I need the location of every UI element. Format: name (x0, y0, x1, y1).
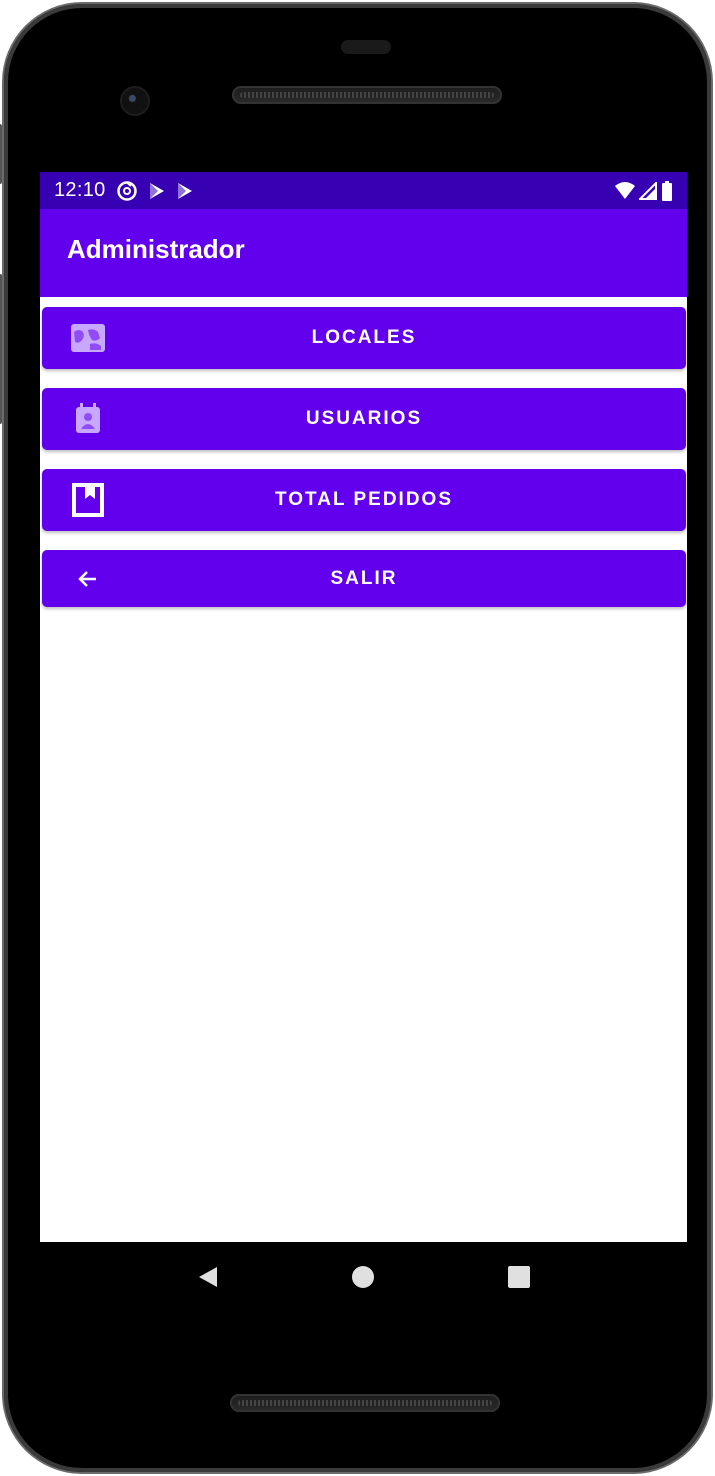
usuarios-button-label: USUARIOS (305, 408, 423, 429)
play-store-icon (149, 182, 164, 199)
total-pedidos-button-label: TOTAL PEDIDOS (274, 489, 454, 510)
navigation-bar (40, 1242, 687, 1312)
calendar-person-icon (68, 399, 108, 439)
locales-button-label: LOCALES (311, 327, 417, 348)
battery-icon (662, 180, 672, 201)
home-circle-icon[interactable] (343, 1257, 383, 1297)
status-time: 12:10 (54, 179, 106, 201)
salir-button-label: SALIR (330, 567, 398, 589)
map-icon (68, 318, 108, 358)
recents-square-icon[interactable] (499, 1257, 539, 1297)
back-triangle-icon[interactable] (188, 1257, 228, 1297)
play-store-icon (177, 182, 192, 199)
volume-rocker (0, 274, 2, 424)
system-icons (615, 180, 673, 201)
device-page: 12:10 Administrador LOCALES USUARIOS TOT… (0, 0, 715, 1476)
status-bar: 12:10 (40, 172, 687, 209)
sync-icon (116, 180, 137, 201)
device-screen: 12:10 Administrador LOCALES USUARIOS TOT… (40, 172, 687, 1242)
app-bar: Administrador (40, 209, 687, 297)
notification-icons (116, 180, 194, 202)
earpiece (341, 40, 391, 54)
signal-icon (639, 181, 657, 200)
top-speaker-grille (232, 86, 502, 104)
power-button (0, 124, 2, 184)
locales-button[interactable]: LOCALES (42, 307, 686, 369)
front-camera (122, 88, 148, 114)
wifi-icon (615, 181, 635, 199)
salir-button[interactable]: SALIR (42, 550, 686, 607)
bookmark-box-icon (68, 480, 108, 520)
page-title: Administrador (67, 233, 245, 264)
total-pedidos-button[interactable]: TOTAL PEDIDOS (42, 469, 686, 531)
bottom-speaker-grille (230, 1394, 500, 1412)
arrow-back-icon (68, 559, 108, 599)
usuarios-button[interactable]: USUARIOS (42, 388, 686, 450)
